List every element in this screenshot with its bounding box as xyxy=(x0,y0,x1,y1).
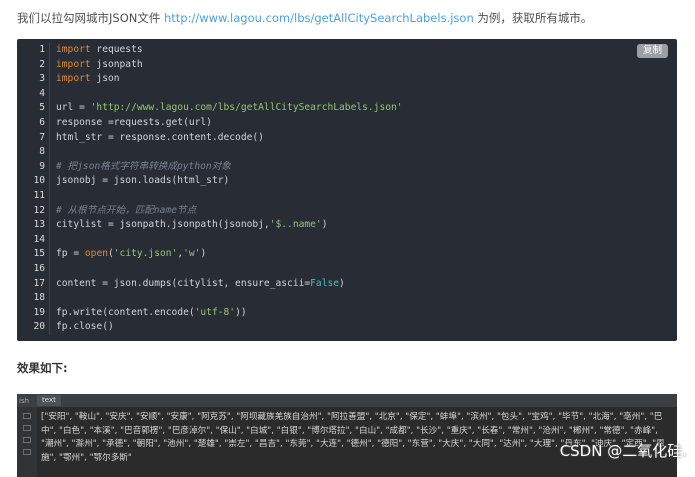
line-number: 2 xyxy=(39,58,45,70)
code-text: content = json.dumps(citylist, ensure_as… xyxy=(56,277,345,292)
code-text: citylist = jsonpath.jsonpath(jsonobj,'$.… xyxy=(56,218,327,233)
code-line: 6 response =requests.get(url) xyxy=(17,115,677,131)
code-text: url = 'http://www.lagou.com/lbs/getAllCi… xyxy=(56,101,403,116)
line-number: 7 xyxy=(39,131,45,143)
code-line: 5 url = 'http://www.lagou.com/lbs/getAllC… xyxy=(17,101,677,116)
code-token: 'http://www.lagou.com/lbs/getAllCitySear… xyxy=(90,102,403,114)
line-number: 3 xyxy=(39,73,45,85)
code-token: ) xyxy=(339,277,345,289)
line-number: 1 xyxy=(39,44,45,55)
line-number: 20 xyxy=(33,321,45,333)
gutter-icon xyxy=(23,413,31,419)
code-text: html_str = response.content.decode() xyxy=(56,131,264,146)
code-token: fp.close() xyxy=(56,321,114,333)
intro-text-after: 为例，获取所有城市。 xyxy=(473,11,593,25)
gutter-icon xyxy=(23,449,31,455)
result-tab-left: ish xyxy=(19,396,30,405)
code-token: import xyxy=(56,73,91,85)
result-tab-text[interactable]: text xyxy=(37,395,61,406)
code-token: url = xyxy=(56,102,91,114)
gutter-icon xyxy=(23,437,31,443)
code-token: open xyxy=(84,248,108,260)
code-line: 11 xyxy=(17,188,677,204)
gutter-icon xyxy=(23,425,31,431)
line-number: 13 xyxy=(33,219,45,231)
code-token: html_str = response.content.decode() xyxy=(56,131,264,143)
code-token: ) xyxy=(321,219,328,231)
code-token: fp.write(content.encode( xyxy=(56,306,195,318)
code-token: False xyxy=(310,277,340,289)
line-number: 6 xyxy=(39,116,45,128)
code-line: 17 content = json.dumps(citylist, ensure_… xyxy=(17,276,677,292)
code-line: 2 import jsonpath xyxy=(17,57,677,73)
code-line: 3 import json xyxy=(17,72,677,87)
code-line: 16 xyxy=(17,261,677,277)
json-url-link[interactable]: http://www.lagou.com/lbs/getAllCitySearc… xyxy=(164,11,474,25)
line-number: 10 xyxy=(33,175,45,187)
result-tab-bar: ish text xyxy=(17,394,677,407)
code-line: 19 fp.write(content.encode('utf-8')) xyxy=(17,305,677,321)
code-token: # 从根节点开始，匹配name节点 xyxy=(56,204,197,216)
csdn-watermark: CSDN @二氧化硅. xyxy=(559,442,687,460)
code-token: 'city.json' xyxy=(113,248,178,260)
code-token: jsonpath xyxy=(90,58,143,70)
code-text: import requests xyxy=(56,43,143,58)
line-number: 8 xyxy=(39,146,45,158)
code-text: fp.write(content.encode('utf-8')) xyxy=(56,306,247,321)
code-line: 12 # 从根节点开始，匹配name节点 xyxy=(17,203,677,219)
code-token: jsonobj = json.loads(html_str) xyxy=(56,175,230,187)
code-token: response =requests.get(url) xyxy=(56,116,212,128)
code-text: jsonobj = json.loads(html_str) xyxy=(56,174,229,189)
code-block: 复制 1 import requests 2 import jsonpath 3 impo… xyxy=(17,39,677,341)
code-line: 18 xyxy=(17,291,677,306)
code-text: import json xyxy=(56,72,120,87)
code-line: 13 citylist = jsonpath.jsonpath(jsonobj,'… xyxy=(17,218,677,233)
line-number: 5 xyxy=(39,102,45,114)
code-line: 1 import requests xyxy=(17,43,677,58)
code-lines: 1 import requests 2 import jsonpath 3 import … xyxy=(17,43,677,335)
code-text: fp = open('city.json','w') xyxy=(56,247,206,262)
code-text: fp.close() xyxy=(56,320,114,335)
line-number: 9 xyxy=(39,160,45,172)
code-token: 'utf-8' xyxy=(194,306,236,318)
code-token: citylist = jsonpath.jsonpath(jsonobj, xyxy=(56,219,270,231)
code-token: content = json.dumps(citylist, ensure_as… xyxy=(56,277,311,289)
code-token: # 把json格式字符串转换成python对象 xyxy=(56,160,231,172)
code-line: 9 # 把json格式字符串转换成python对象 xyxy=(17,159,677,175)
code-line: 20 fp.close() xyxy=(17,320,677,335)
line-number: 4 xyxy=(39,87,45,99)
code-text: # 从根节点开始，匹配name节点 xyxy=(56,204,196,219)
code-line: 8 xyxy=(17,145,677,160)
code-token: '$..name' xyxy=(269,219,322,231)
result-gutter xyxy=(17,407,37,477)
code-line: 14 xyxy=(17,232,677,248)
line-number: 17 xyxy=(33,277,45,289)
line-number: 15 xyxy=(33,248,45,260)
line-number: 14 xyxy=(33,233,45,245)
code-token: )) xyxy=(235,306,247,318)
result-heading: 效果如下: xyxy=(17,361,68,375)
intro-paragraph: 我们以拉勾网城市JSON文件 http://www.lagou.com/lbs/… xyxy=(17,10,592,26)
code-token: fp = xyxy=(56,248,85,260)
code-text: import jsonpath xyxy=(56,58,143,73)
line-number: 12 xyxy=(33,204,45,216)
code-token: import xyxy=(56,58,91,70)
code-token: ) xyxy=(200,248,207,260)
code-line: 4 xyxy=(17,86,677,102)
line-number: 11 xyxy=(33,189,45,201)
code-token: requests xyxy=(90,44,143,55)
code-token: 'w' xyxy=(183,248,201,260)
line-number: 19 xyxy=(33,306,45,318)
code-line: 15 fp = open('city.json','w') xyxy=(17,247,677,262)
result-screenshot: ish text ["安阳", "鞍山", "安庆", "安顺", "安康", … xyxy=(17,394,677,477)
code-text: response =requests.get(url) xyxy=(56,116,212,131)
code-line: 7 html_str = response.content.decode() xyxy=(17,130,677,146)
line-number: 18 xyxy=(33,292,45,304)
code-token: json xyxy=(90,73,120,85)
intro-text-before: 我们以拉勾网城市JSON文件 xyxy=(17,11,164,25)
code-line: 10 jsonobj = json.loads(html_str) xyxy=(17,174,677,189)
code-text: # 把json格式字符串转换成python对象 xyxy=(56,160,231,175)
code-token: import xyxy=(56,44,91,55)
line-number: 16 xyxy=(33,262,45,274)
